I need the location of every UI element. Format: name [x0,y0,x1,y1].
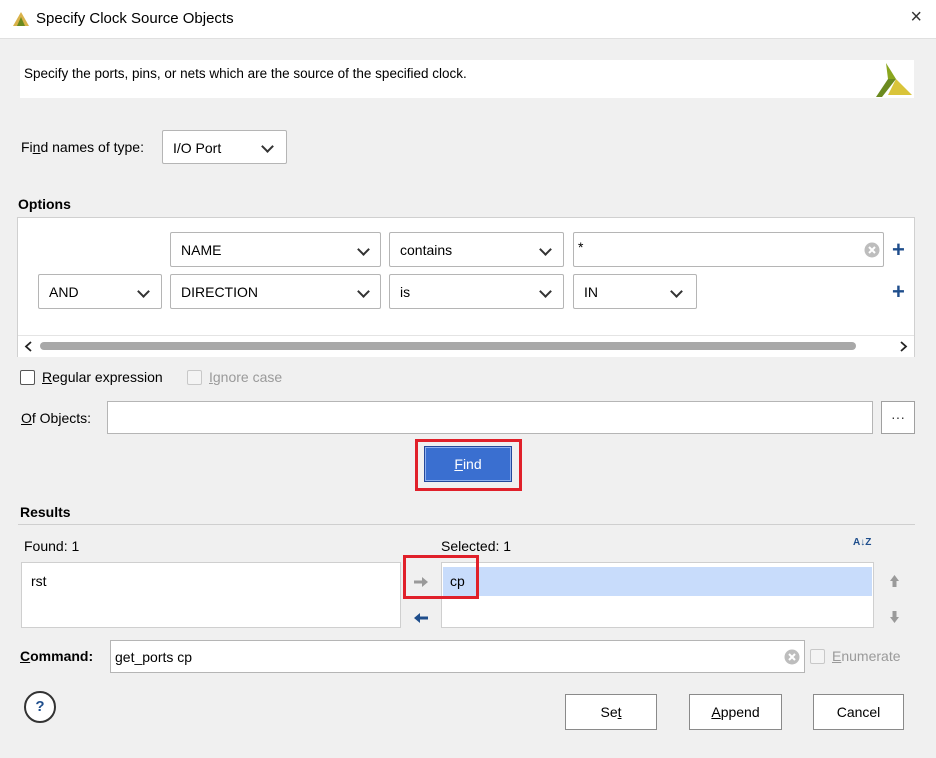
scroll-left-icon[interactable] [24,341,32,352]
command-label: Command: [20,648,94,664]
find-type-value: I/O Port [173,140,222,156]
window-title: Specify Clock Source Objects [36,10,234,27]
horizontal-scrollbar[interactable] [18,335,914,357]
find-type-label: Find names of type: [21,139,144,155]
title-bar: Specify Clock Source Objects × [0,0,936,39]
append-button[interactable]: Append [689,694,782,730]
cancel-button[interactable]: Cancel [813,694,904,730]
property-select-2[interactable]: DIRECTION [170,274,381,309]
value-text-1: * [578,239,584,255]
results-divider [18,524,915,525]
set-button[interactable]: Set [565,694,657,730]
browse-objects-button[interactable]: ··· [881,401,915,434]
regex-label: Regular expression [42,369,163,385]
value-text-2: IN [584,284,598,300]
logic-select[interactable]: AND [38,274,162,309]
move-down-icon[interactable] [889,610,900,624]
operator-select-2[interactable]: is [389,274,564,309]
operator-select-1[interactable]: contains [389,232,564,267]
property-value-2: DIRECTION [181,284,258,300]
selection-highlight [403,555,479,599]
operator-value-2: is [400,284,411,300]
ignore-case-checkbox [187,370,202,385]
property-select-1[interactable]: NAME [170,232,381,267]
move-up-icon[interactable] [889,574,900,588]
of-objects-input[interactable] [107,401,873,434]
enumerate-checkbox [810,649,825,664]
add-condition-icon[interactable]: + [892,239,905,261]
table-row[interactable]: cp [443,567,872,596]
scrollbar-thumb[interactable] [40,342,856,350]
regex-checkbox[interactable] [20,370,35,385]
chevron-down-icon [261,140,274,153]
close-icon[interactable]: × [910,6,922,29]
vendor-logo-icon [876,63,912,97]
help-button[interactable]: ? [24,691,56,723]
chevron-down-icon [539,285,552,298]
find-button[interactable]: Find [424,446,512,482]
list-item[interactable]: rst [31,573,47,589]
clear-icon[interactable] [864,242,880,258]
description-banner: Specify the ports, pins, or nets which a… [20,60,914,98]
selected-list[interactable]: cp [441,562,874,628]
chevron-down-icon [539,243,552,256]
value-select-2[interactable]: IN [573,274,697,309]
enumerate-label: Enumerate [832,648,901,664]
sort-icon[interactable]: A↓Z [853,538,871,548]
clear-icon[interactable] [784,649,800,665]
property-value-1: NAME [181,242,222,258]
value-input-1[interactable]: * [573,232,884,267]
find-type-select[interactable]: I/O Port [162,130,287,164]
scroll-right-icon[interactable] [900,341,908,352]
results-heading: Results [20,504,71,520]
found-label: Found: 1 [24,538,80,554]
chevron-down-icon [357,285,370,298]
add-condition-icon[interactable]: + [892,281,905,303]
logic-value: AND [49,284,79,300]
command-input[interactable]: get_ports cp [110,640,805,673]
chevron-down-icon [670,285,683,298]
command-value: get_ports cp [115,649,193,665]
operator-value-1: contains [400,242,453,258]
chevron-down-icon [357,243,370,256]
found-list[interactable]: rst [21,562,401,628]
description-text: Specify the ports, pins, or nets which a… [24,66,467,81]
options-heading: Options [18,196,71,212]
of-objects-label: Of Objects: [21,410,92,426]
app-logo-icon [13,12,29,26]
selected-label: Selected: 1 [441,538,512,554]
ignore-case-label: Ignore case [209,369,283,385]
options-panel: NAME contains * + AND DIRECTION is IN + [17,217,915,357]
arrow-left-icon[interactable] [413,612,429,624]
chevron-down-icon [137,285,150,298]
